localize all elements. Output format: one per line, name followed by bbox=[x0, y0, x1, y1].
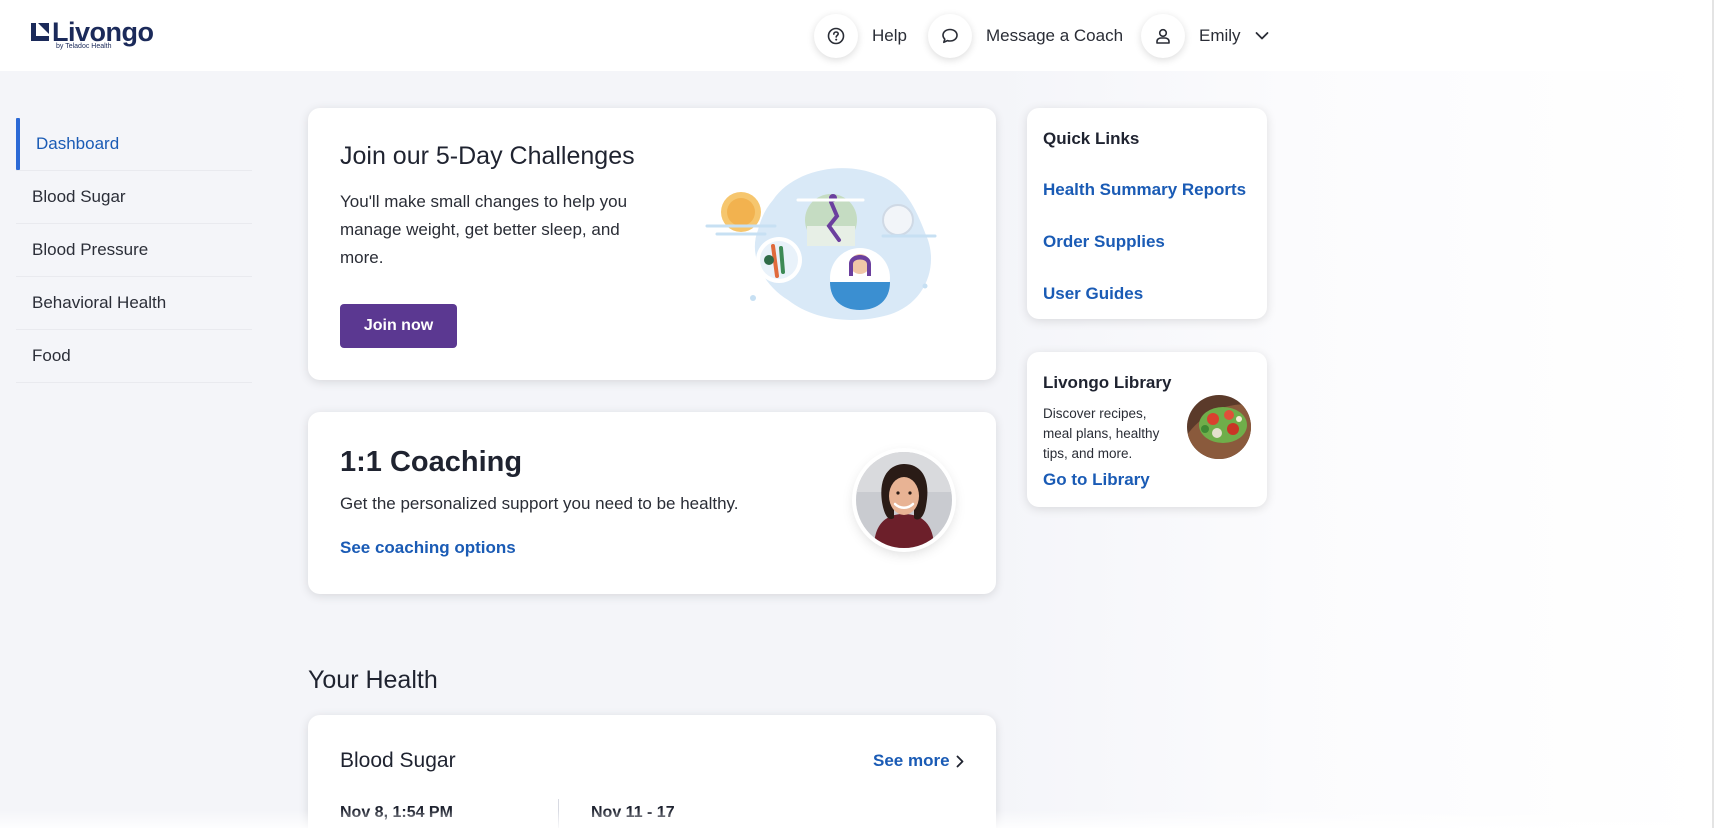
library-food-image bbox=[1187, 395, 1251, 459]
user-guides-link[interactable]: User Guides bbox=[1043, 284, 1143, 304]
help-icon-circle bbox=[814, 14, 858, 58]
see-more-label: See more bbox=[873, 751, 950, 770]
sidebar-item-blood-pressure[interactable]: Blood Pressure bbox=[16, 224, 252, 277]
user-menu-button[interactable]: Emily bbox=[1141, 14, 1269, 58]
blood-sugar-card: Blood Sugar See more Nov 8, 1:54 PM Nov … bbox=[308, 715, 996, 828]
livongo-logo-icon bbox=[31, 23, 49, 41]
weekly-range-label: Nov 11 - 17 bbox=[591, 804, 675, 821]
library-description: Discover recipes, meal plans, healthy ti… bbox=[1043, 406, 1160, 461]
top-header: Livongo by Teladoc Health Help Message a… bbox=[0, 0, 1714, 71]
challenge-illustration bbox=[705, 168, 937, 320]
help-icon bbox=[827, 27, 845, 45]
coaching-title: 1:1 Coaching bbox=[340, 446, 523, 478]
chevron-right-icon bbox=[956, 755, 963, 767]
challenge-title: Join our 5-Day Challenges bbox=[340, 142, 635, 170]
go-to-library-link[interactable]: Go to Library bbox=[1043, 470, 1150, 490]
blood-sugar-title: Blood Sugar bbox=[340, 749, 456, 772]
chevron-down-icon bbox=[1255, 32, 1268, 40]
library-title: Livongo Library bbox=[1043, 373, 1172, 392]
column-divider bbox=[558, 799, 559, 828]
user-name-label: Emily bbox=[1199, 26, 1241, 45]
sidebar-item-blood-sugar[interactable]: Blood Sugar bbox=[16, 171, 252, 224]
message-coach-label: Message a Coach bbox=[986, 26, 1124, 45]
user-icon bbox=[1156, 28, 1170, 44]
see-coaching-options-link[interactable]: See coaching options bbox=[340, 538, 516, 558]
user-icon-circle bbox=[1141, 14, 1185, 58]
sidebar-item-dashboard[interactable]: Dashboard bbox=[16, 118, 252, 171]
sidebar-nav: Dashboard Blood Sugar Blood Pressure Beh… bbox=[16, 118, 252, 383]
sidebar-item-food[interactable]: Food bbox=[16, 330, 252, 383]
coach-avatar bbox=[856, 452, 952, 548]
quick-links-card: Quick Links Health Summary Reports Order… bbox=[1027, 108, 1267, 319]
latest-reading-date: Nov 8, 1:54 PM bbox=[340, 804, 453, 821]
livongo-library-card: Livongo Library Discover recipes, meal p… bbox=[1027, 352, 1267, 507]
sidebar-item-behavioral-health[interactable]: Behavioral Health bbox=[16, 277, 252, 330]
challenge-description: You'll make small changes to help you ma… bbox=[340, 192, 628, 267]
join-now-button[interactable]: Join now bbox=[340, 304, 457, 348]
salad-image bbox=[1187, 395, 1251, 459]
see-more-link[interactable]: See more bbox=[873, 751, 964, 771]
message-icon-circle bbox=[928, 14, 972, 58]
coaching-card: 1:1 Coaching Get the personalized suppor… bbox=[308, 412, 996, 594]
your-health-heading: Your Health bbox=[308, 666, 438, 694]
health-summary-reports-link[interactable]: Health Summary Reports bbox=[1043, 180, 1246, 200]
order-supplies-link[interactable]: Order Supplies bbox=[1043, 232, 1165, 252]
coach-portrait-image bbox=[856, 452, 952, 548]
coaching-description: Get the personalized support you need to… bbox=[340, 494, 739, 513]
message-coach-button[interactable]: Message a Coach bbox=[928, 14, 1123, 58]
quick-links-title: Quick Links bbox=[1043, 129, 1140, 148]
challenge-card: Join our 5-Day Challenges You'll make sm… bbox=[308, 108, 996, 380]
help-label: Help bbox=[872, 26, 907, 45]
help-button[interactable]: Help bbox=[814, 14, 907, 58]
chat-bubble-icon bbox=[942, 28, 958, 44]
logo-subtitle: by Teladoc Health bbox=[56, 43, 112, 50]
